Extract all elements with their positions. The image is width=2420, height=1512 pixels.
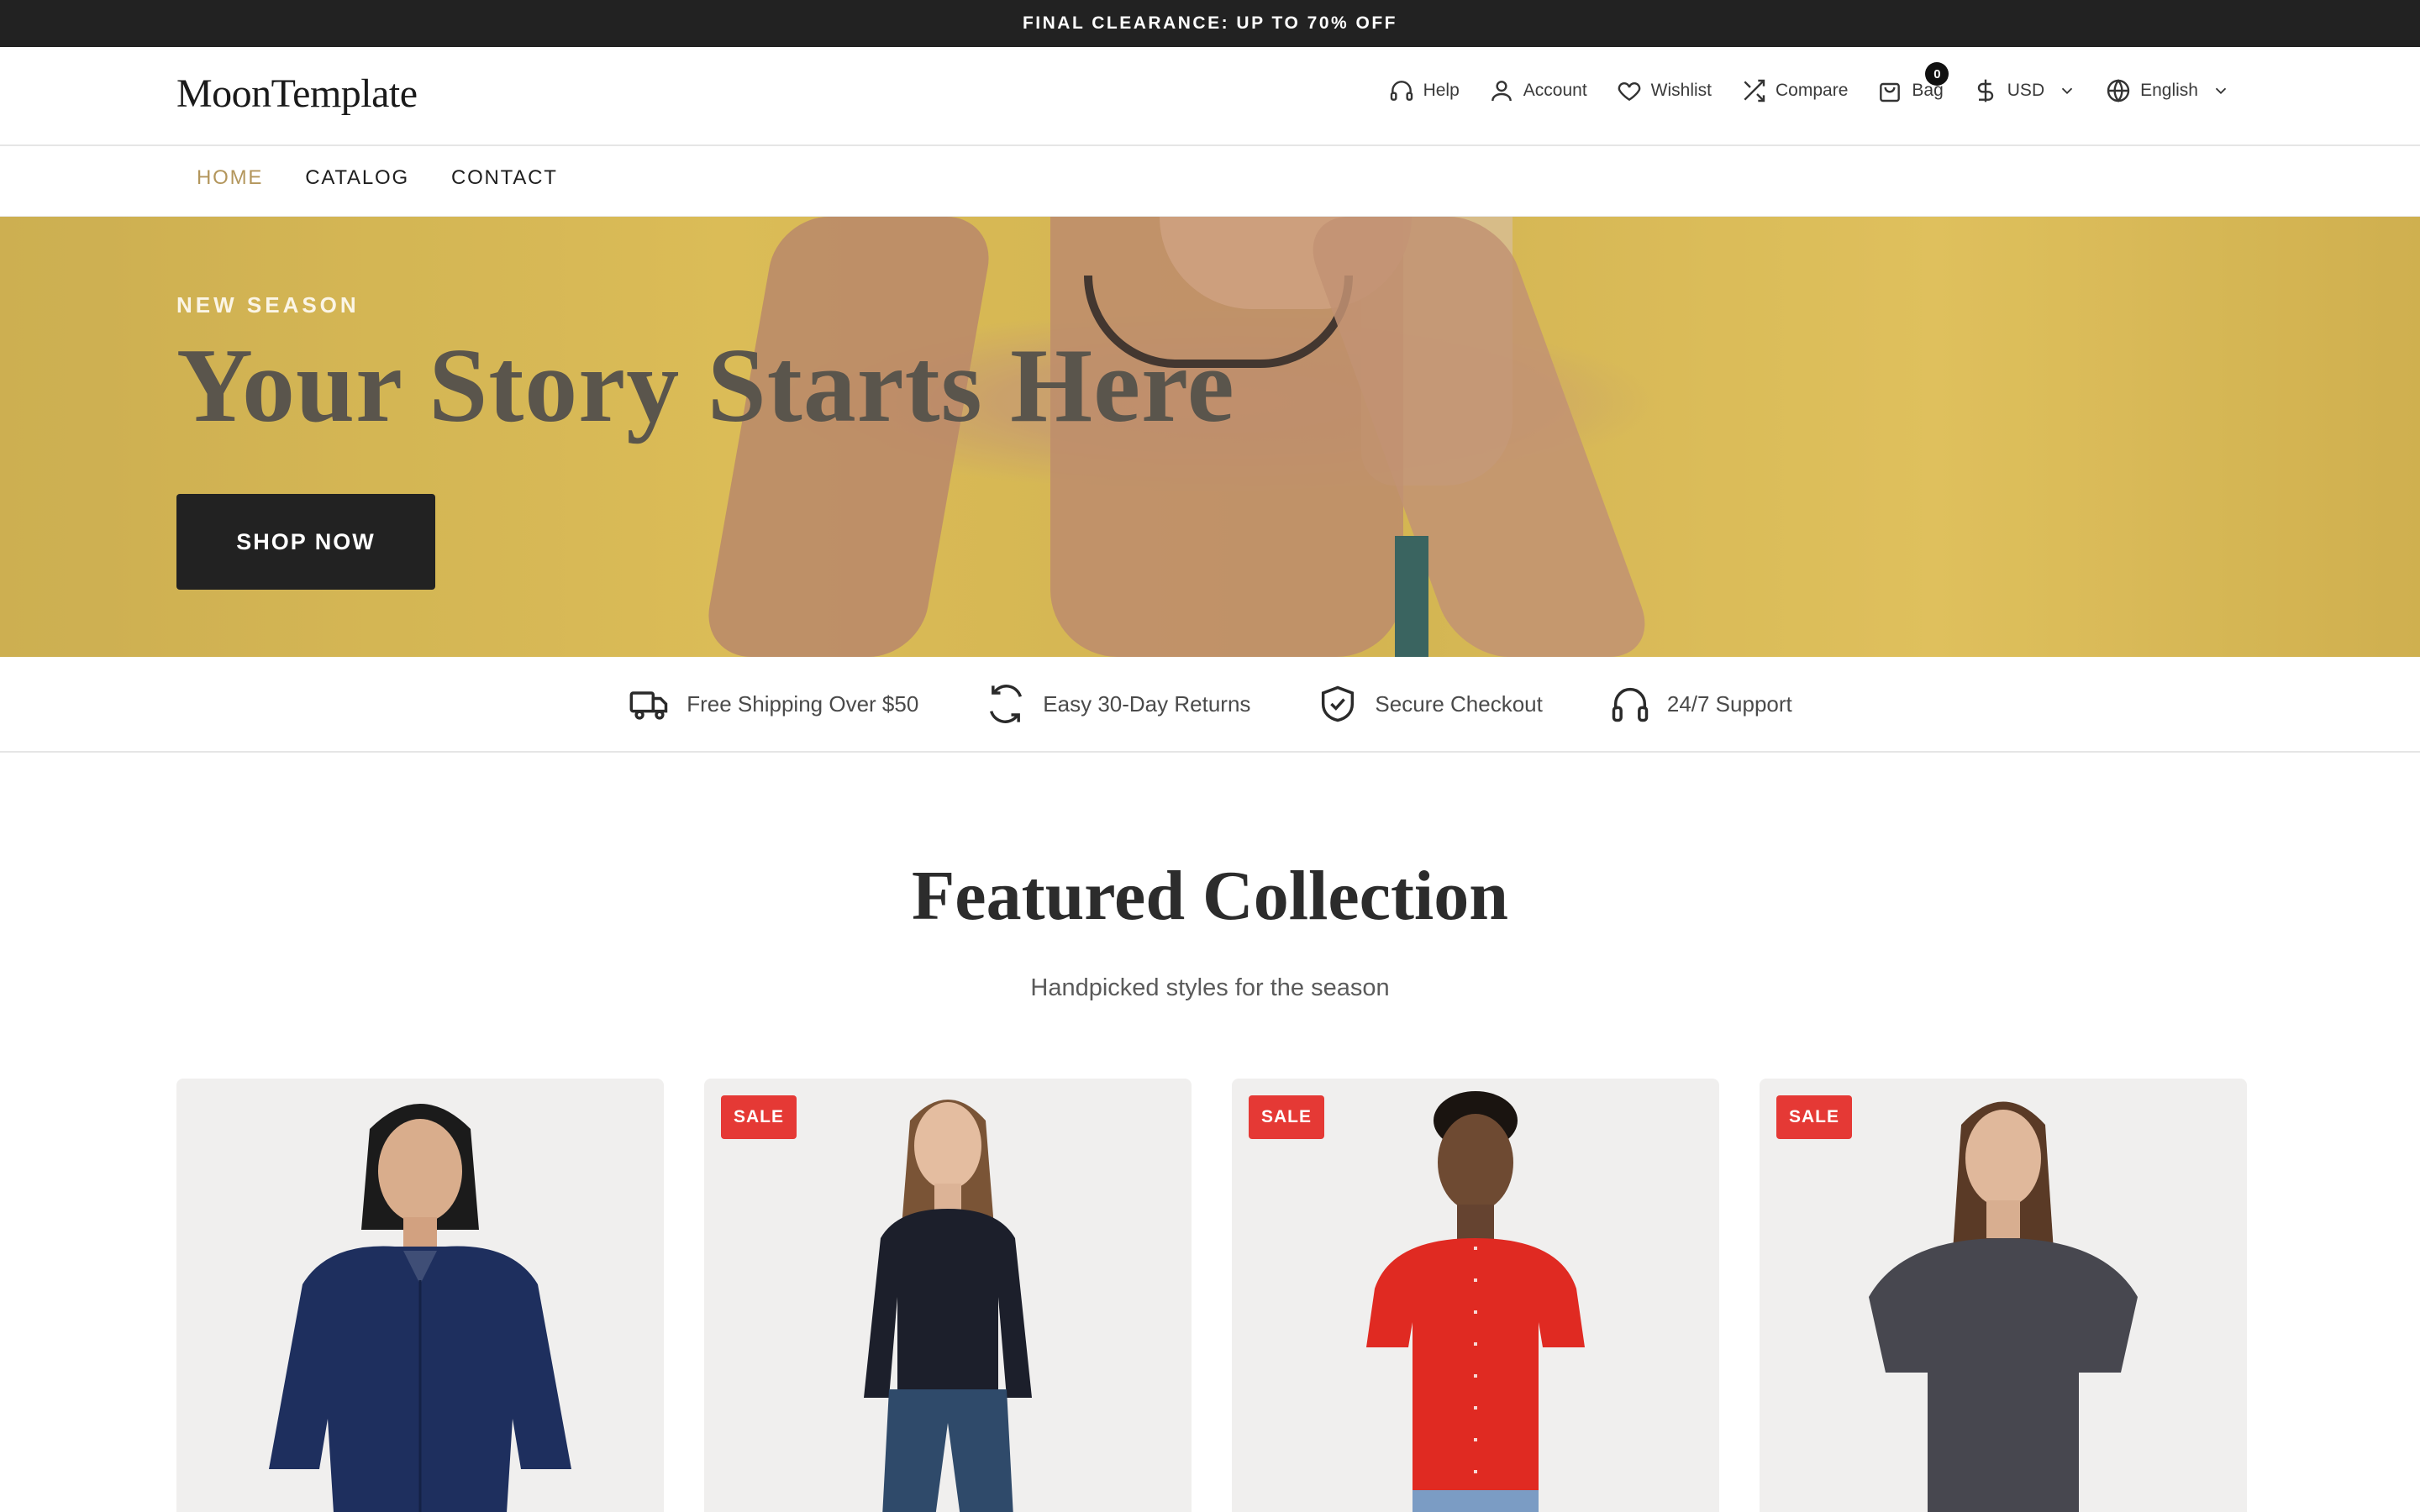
product-image [1366, 1091, 1585, 1512]
bag-count-badge: 0 [1925, 62, 1949, 86]
hero-banner: NEW SEASON Your Story Starts Here SHOP N… [0, 217, 2420, 657]
hero-eyebrow: NEW SEASON [176, 292, 360, 318]
featured-collection-subtitle: Handpicked styles for the season [1030, 974, 1390, 1001]
shield-check-icon [1322, 685, 1355, 722]
product-card[interactable]: SALE [1232, 1079, 1719, 1512]
shopping-bag-icon [1880, 82, 1901, 102]
product-card[interactable]: SALE [1760, 1079, 2247, 1512]
features-bar: Free Shipping Over $50 Easy 30-Day Retur… [0, 657, 2420, 753]
feature-label: 24/7 Support [1666, 690, 1792, 717]
headphones-icon [1390, 81, 1413, 101]
feature-support: 24/7 Support [1608, 682, 1792, 726]
help-link[interactable]: Help [1388, 77, 1460, 104]
headphones-icon [1612, 687, 1649, 722]
currency-label: USD [2007, 81, 2045, 100]
chevron-down-icon [2061, 87, 2073, 95]
product-image [269, 1104, 571, 1512]
header-utility-nav: Help Account Wishlist Compare Bag 0 USD … [1388, 62, 2230, 104]
feature-label: Easy 30-Day Returns [1043, 690, 1251, 717]
account-link[interactable]: Account [1488, 77, 1587, 104]
shop-now-button[interactable]: SHOP NOW [176, 494, 435, 590]
language-selector[interactable]: English [2105, 77, 2230, 104]
dollar-icon [1977, 79, 1993, 102]
compare-label: Compare [1776, 81, 1849, 100]
wishlist-label: Wishlist [1650, 81, 1712, 100]
feature-secure: Secure Checkout [1316, 682, 1543, 726]
refresh-icon [990, 685, 1023, 723]
site-logo[interactable]: MoonTemplate [176, 71, 418, 117]
sale-badge: SALE [1249, 1095, 1324, 1139]
featured-collection-title: Featured Collection [912, 857, 1508, 935]
product-grid: SALE SALE SALE [176, 1079, 2247, 1512]
help-label: Help [1423, 81, 1460, 100]
account-label: Account [1523, 81, 1587, 100]
compare-link[interactable]: Compare [1740, 77, 1848, 104]
currency-selector[interactable]: USD [1972, 77, 2076, 104]
main-nav-list: HOME CATALOG CONTACT [197, 166, 558, 190]
feature-label: Secure Checkout [1375, 690, 1543, 717]
product-card[interactable]: SALE [704, 1079, 1192, 1512]
user-icon [1491, 81, 1512, 102]
shuffle-icon [1744, 79, 1765, 102]
chevron-down-icon [2215, 87, 2227, 95]
announcement-text: FINAL CLEARANCE: UP TO 70% OFF [1022, 13, 1398, 33]
nav-item-home[interactable]: HOME [197, 166, 263, 190]
sale-badge: SALE [721, 1095, 797, 1139]
nav-item-catalog[interactable]: CATALOG [305, 166, 409, 190]
nav-item-contact[interactable]: CONTACT [451, 166, 558, 190]
bag-link[interactable]: Bag 0 [1876, 62, 1949, 104]
truck-icon [629, 691, 668, 720]
globe-icon [2107, 79, 2130, 102]
feature-returns: Easy 30-Day Returns [984, 682, 1250, 726]
product-card[interactable] [176, 1079, 664, 1512]
product-image [864, 1100, 1032, 1512]
feature-label: Free Shipping Over $50 [687, 690, 919, 717]
sale-badge: SALE [1776, 1095, 1852, 1139]
announcement-bar: FINAL CLEARANCE: UP TO 70% OFF [0, 0, 2420, 47]
wishlist-link[interactable]: Wishlist [1616, 77, 1712, 104]
heart-icon [1618, 82, 1640, 102]
hero-title: Your Story Starts Here [176, 328, 1235, 444]
feature-shipping: Free Shipping Over $50 [628, 682, 918, 726]
main-navigation: HOME CATALOG CONTACT [0, 148, 2420, 217]
language-label: English [2140, 81, 2198, 100]
product-image [1869, 1101, 2138, 1512]
site-header: MoonTemplate Help Account Wishlist Compa… [0, 47, 2420, 146]
